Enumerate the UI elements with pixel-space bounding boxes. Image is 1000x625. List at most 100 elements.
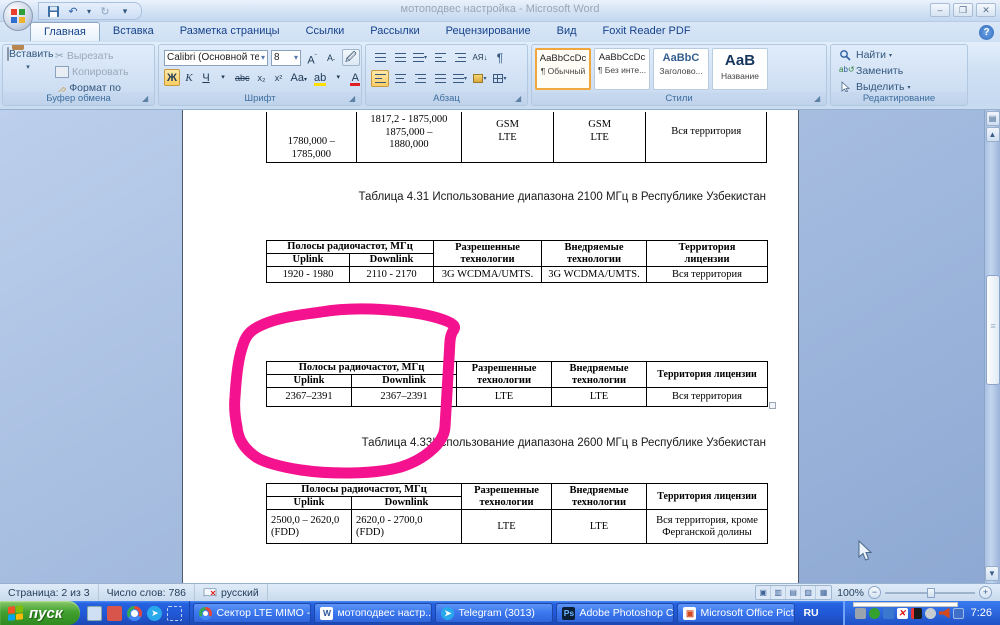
line-spacing-button[interactable]: ▾ bbox=[451, 70, 469, 87]
highlight-dropdown-arrow[interactable]: ▾ bbox=[330, 69, 346, 86]
tab-foxit-reader-pdf[interactable]: Foxit Reader PDF bbox=[590, 22, 704, 40]
replace-button[interactable]: ab↺ Заменить bbox=[837, 64, 912, 78]
table-cell[interactable]: 2367–2391 bbox=[352, 388, 457, 407]
font-dialog-launcher[interactable]: ◢ bbox=[349, 94, 359, 104]
zoom-out-button[interactable]: − bbox=[868, 586, 881, 599]
style-no-spacing[interactable]: AaBbCcDc ¶ Без инте... bbox=[594, 48, 650, 90]
header-territory[interactable]: Территория лицензии bbox=[647, 484, 768, 510]
header-allowed[interactable]: Разрешенные технологии bbox=[434, 241, 542, 267]
style-title[interactable]: АаВ Название bbox=[712, 48, 768, 90]
increase-indent-button[interactable] bbox=[451, 49, 469, 66]
language-indicator[interactable]: RU bbox=[795, 607, 826, 619]
office-button[interactable] bbox=[3, 1, 33, 31]
zoom-slider-knob[interactable] bbox=[927, 588, 935, 598]
view-web-layout-button[interactable]: ▤ bbox=[786, 586, 801, 599]
table-cell[interactable]: LTE bbox=[462, 510, 552, 544]
subscript-button[interactable]: x₂ bbox=[254, 69, 270, 86]
header-downlink[interactable]: Downlink bbox=[350, 254, 434, 267]
table-cell[interactable]: 2367–2391 bbox=[267, 388, 352, 407]
telegram-icon[interactable]: ➤ bbox=[147, 606, 162, 621]
bold-button[interactable]: Ж bbox=[164, 69, 180, 86]
document-page[interactable]: 1780,000 – 1785,000 1817,2 - 1875,000 18… bbox=[182, 110, 799, 583]
shading-button[interactable]: ▾ bbox=[471, 70, 489, 87]
paragraph-dialog-launcher[interactable]: ◢ bbox=[515, 94, 525, 104]
zoom-in-button[interactable]: + bbox=[979, 586, 992, 599]
underline-button[interactable]: Ч bbox=[198, 69, 214, 86]
header-territory[interactable]: Территория лицензии bbox=[647, 241, 768, 267]
table-cell[interactable]: GSM LTE bbox=[554, 112, 647, 162]
underline-dropdown-arrow[interactable]: ▾ bbox=[215, 69, 231, 86]
style-heading1[interactable]: AaBbC Заголово... bbox=[653, 48, 709, 90]
table-cell[interactable]: LTE bbox=[552, 510, 647, 544]
restore-button[interactable]: ❐ bbox=[953, 3, 973, 17]
align-left-button[interactable] bbox=[371, 70, 389, 87]
view-fullscreen-button[interactable]: ▥ bbox=[771, 586, 786, 599]
clear-formatting-button[interactable]: 🖉 bbox=[342, 49, 360, 66]
tab-recenzirovanie[interactable]: Рецензирование bbox=[433, 22, 544, 40]
header-implemented[interactable]: Внедряемые технологии bbox=[542, 241, 647, 267]
header-bands[interactable]: Полосы радиочастот, МГц bbox=[267, 484, 462, 497]
tab-glavnaya[interactable]: Главная bbox=[30, 22, 100, 41]
scrollbar-thumb[interactable] bbox=[986, 275, 1000, 385]
taskbar-item-picture-manager[interactable]: ▣ Microsoft Office Pict... bbox=[677, 603, 795, 623]
tray-icon-blue-app[interactable] bbox=[883, 608, 894, 619]
chrome-icon[interactable] bbox=[127, 606, 142, 621]
header-bands[interactable]: Полосы радиочастот, МГц bbox=[267, 241, 434, 254]
align-right-button[interactable] bbox=[411, 70, 429, 87]
find-button[interactable]: Найти ▾ bbox=[837, 48, 912, 62]
header-uplink[interactable]: Uplink bbox=[267, 497, 352, 510]
table-cell[interactable]: 1780,000 – 1785,000 bbox=[267, 112, 357, 162]
table-cell[interactable]: GSM LTE bbox=[462, 112, 554, 162]
view-print-layout-button[interactable]: ▣ bbox=[756, 586, 771, 599]
cut-button[interactable]: ✂Вырезать bbox=[53, 49, 154, 63]
table-cell[interactable]: Вся территория bbox=[647, 267, 768, 283]
header-uplink[interactable]: Uplink bbox=[267, 375, 352, 388]
view-draft-button[interactable]: ▦ bbox=[816, 586, 831, 599]
italic-button[interactable]: К bbox=[181, 69, 197, 86]
tab-vstavka[interactable]: Вставка bbox=[100, 22, 167, 40]
tab-razmetka[interactable]: Разметка страницы bbox=[167, 22, 293, 40]
superscript-button[interactable]: x² bbox=[271, 69, 287, 86]
ruler-toggle-icon[interactable]: ▤ bbox=[986, 111, 1000, 126]
show-marks-button[interactable]: ¶ bbox=[491, 49, 509, 66]
sort-button[interactable]: АЯ↓ bbox=[471, 49, 489, 66]
table-cell[interactable]: 2110 - 2170 bbox=[350, 267, 434, 283]
justify-button[interactable] bbox=[431, 70, 449, 87]
decrease-indent-button[interactable] bbox=[431, 49, 449, 66]
tray-icon-gray[interactable] bbox=[855, 608, 866, 619]
numbering-button[interactable] bbox=[391, 49, 409, 66]
strikethrough-button[interactable]: abc bbox=[232, 69, 253, 86]
header-territory[interactable]: Территория лицензии bbox=[647, 362, 768, 388]
header-downlink[interactable]: Downlink bbox=[352, 497, 462, 510]
grow-font-button[interactable]: Аˆ bbox=[304, 49, 320, 66]
file-manager-icon[interactable] bbox=[107, 606, 122, 621]
table-cell[interactable]: Вся территория, кроме Ферганской долины bbox=[647, 510, 768, 544]
table-cell[interactable]: Вся территория bbox=[647, 388, 768, 407]
minimize-button[interactable]: – bbox=[930, 3, 950, 17]
font-family-combobox[interactable]: Calibri (Основной те▾ bbox=[164, 50, 268, 66]
zoom-slider-track[interactable] bbox=[885, 592, 975, 594]
shrink-font-button[interactable]: Аˇ bbox=[323, 49, 339, 66]
table-1800-partial[interactable]: 1780,000 – 1785,000 1817,2 - 1875,000 18… bbox=[266, 112, 767, 163]
highlight-button[interactable]: ab bbox=[311, 69, 329, 86]
spellcheck-status[interactable]: русский bbox=[195, 584, 268, 601]
bullets-button[interactable] bbox=[371, 49, 389, 66]
tab-rassylki[interactable]: Рассылки bbox=[357, 22, 432, 40]
table-cell[interactable]: 1817,2 - 1875,000 1875,000 – 1880,000 bbox=[357, 112, 463, 162]
header-uplink[interactable]: Uplink bbox=[267, 254, 350, 267]
tray-icon-flag[interactable] bbox=[911, 608, 922, 619]
show-desktop-icon[interactable] bbox=[87, 606, 102, 621]
taskbar-item-photoshop[interactable]: Ps Adobe Photoshop C... bbox=[556, 603, 674, 623]
volume-icon[interactable] bbox=[939, 608, 950, 619]
table-resize-handle[interactable] bbox=[769, 402, 776, 409]
caption-2100[interactable]: Таблица 4.31 Использование диапазона 210… bbox=[266, 191, 766, 203]
copy-button[interactable]: Копировать bbox=[53, 65, 154, 79]
paste-button[interactable]: Вставить ▾ bbox=[7, 48, 49, 92]
header-downlink[interactable]: Downlink bbox=[352, 375, 457, 388]
align-center-button[interactable] bbox=[391, 70, 409, 87]
header-implemented[interactable]: Внедряемые технологии bbox=[552, 362, 647, 388]
table-cell[interactable]: 2500,0 – 2620,0 (FDD) bbox=[267, 510, 352, 544]
styles-dialog-launcher[interactable]: ◢ bbox=[814, 94, 824, 104]
tray-icon-green-shield[interactable] bbox=[869, 608, 880, 619]
taskbar-item-word[interactable]: W мотоподвес настр... bbox=[314, 603, 432, 623]
